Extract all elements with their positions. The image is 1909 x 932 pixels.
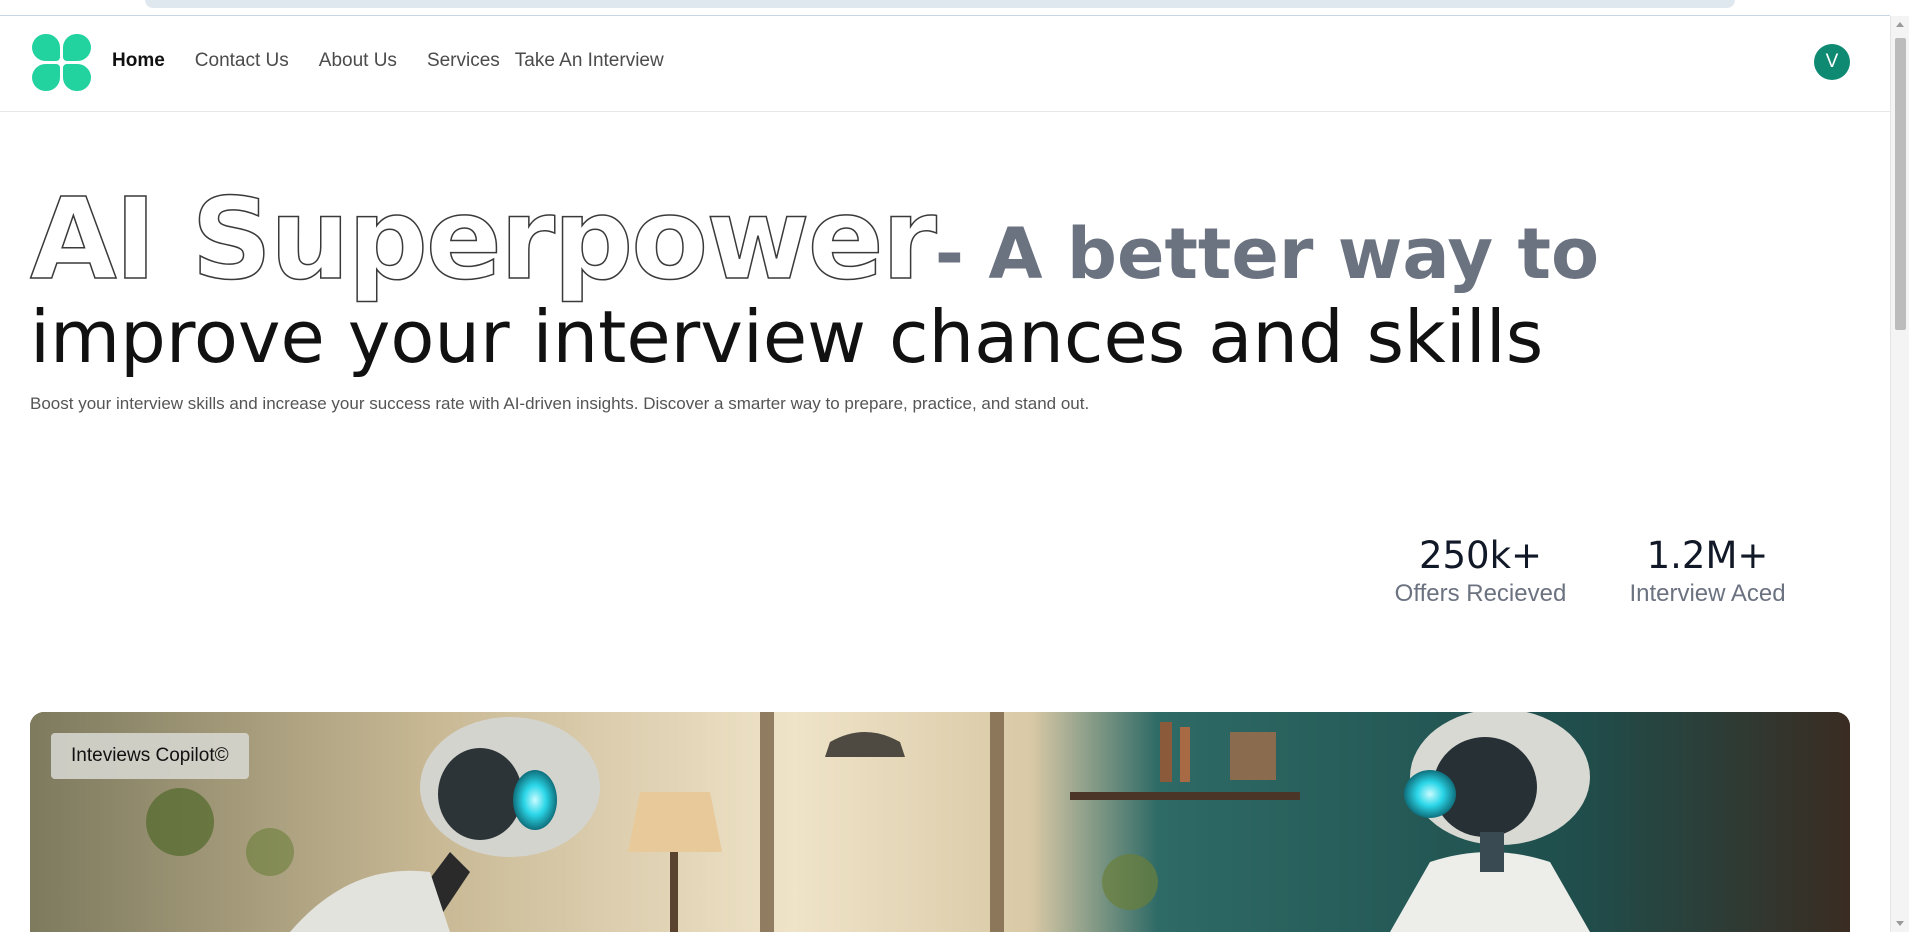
stat-offers: 250k+ Offers Recieved <box>1388 533 1573 609</box>
stat-label: Interview Aced <box>1629 580 1786 607</box>
stat-value: 1.2M+ <box>1646 534 1769 577</box>
nav-services-link[interactable]: Services <box>427 50 500 72</box>
nav-take-interview-link[interactable]: Take An Interview <box>515 50 664 72</box>
nav-about-link[interactable]: About Us <box>319 50 397 72</box>
copilot-badge: Inteviews Copilot© <box>51 733 249 779</box>
hero-title-line2: improve your interview chances and skill… <box>30 295 1544 379</box>
hero-section: AI Superpower- A better way to improve y… <box>29 179 1599 414</box>
hero-title-outline: AI Superpower <box>29 175 937 305</box>
hero-robots-image: Inteviews Copilot© <box>30 712 1850 932</box>
nav-contact-link[interactable]: Contact Us <box>195 50 289 72</box>
hero-title: AI Superpower- A better way to <box>29 179 1599 301</box>
scrollbar-thumb[interactable] <box>1895 38 1906 330</box>
hero-title-bold: - A better way to <box>934 213 1600 295</box>
stats-row: 250k+ Offers Recieved 1.2M+ Interview Ac… <box>1388 533 1800 609</box>
page-scrollbar[interactable] <box>1890 16 1909 932</box>
user-avatar[interactable]: V <box>1814 44 1850 80</box>
stat-label: Offers Recieved <box>1394 580 1567 607</box>
main-nav: Home Contact Us About Us Services Take A… <box>112 50 664 72</box>
scroll-up-icon[interactable] <box>1896 22 1904 27</box>
brand-logo-icon[interactable] <box>32 34 92 92</box>
nav-home-link[interactable]: Home <box>112 50 165 72</box>
scroll-down-icon[interactable] <box>1896 921 1904 926</box>
site-header: Home Contact Us About Us Services Take A… <box>0 16 1890 112</box>
hero-subtitle: Boost your interview skills and increase… <box>30 394 1090 413</box>
stat-value: 250k+ <box>1418 534 1543 577</box>
stat-interviews: 1.2M+ Interview Aced <box>1615 533 1800 609</box>
robots-illustration <box>30 712 1850 932</box>
browser-toolbar-strip <box>0 0 1890 16</box>
address-bar[interactable] <box>145 0 1735 8</box>
